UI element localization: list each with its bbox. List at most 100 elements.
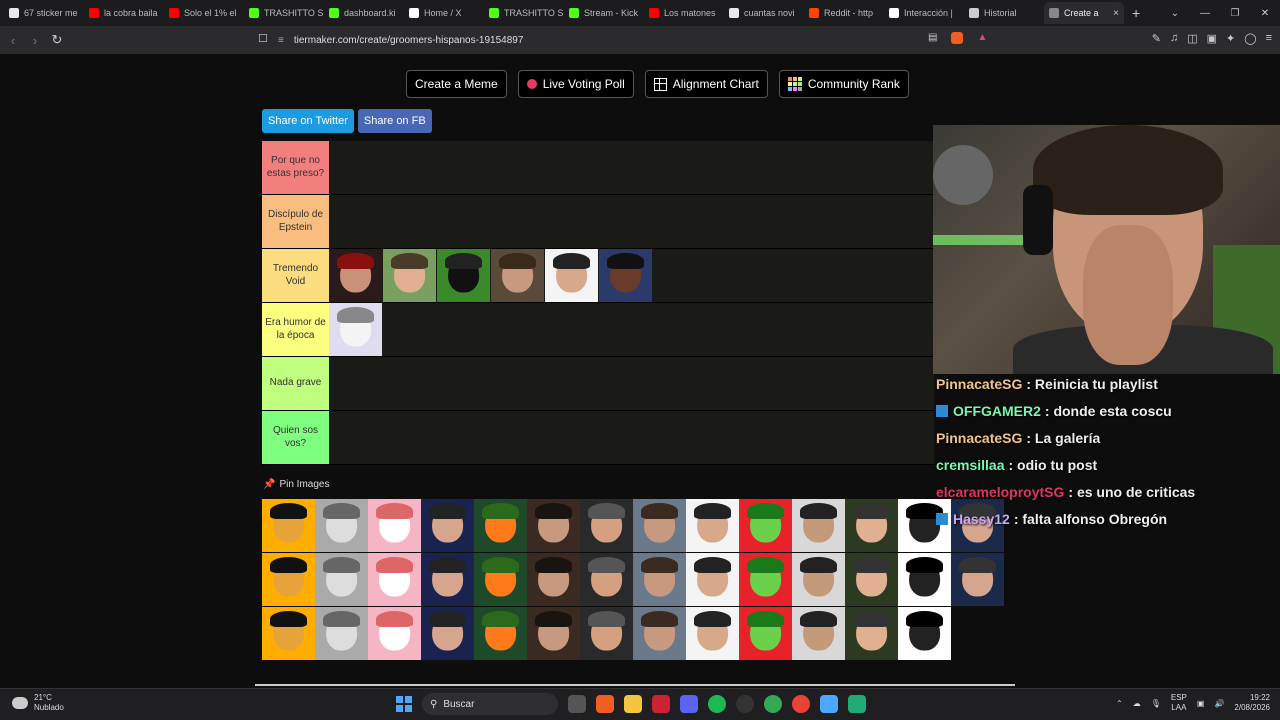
browser-tab[interactable]: Interacción | — [884, 2, 964, 24]
browser-tab[interactable]: Reddit - http — [804, 2, 884, 24]
tier-label[interactable]: Por que no estas preso? — [262, 141, 329, 194]
close-window-icon[interactable]: ✕ — [1250, 8, 1280, 19]
forward-icon[interactable]: › — [24, 33, 46, 48]
tier-label[interactable]: Discípulo de Epstein — [262, 195, 329, 248]
brave-rewards-icon[interactable]: ▲ — [977, 32, 987, 44]
browser-tab[interactable]: la cobra baila — [84, 2, 164, 24]
brave-app-icon[interactable] — [596, 695, 614, 713]
sidebar-icon[interactable]: ◫ — [1187, 32, 1197, 45]
browser-tab[interactable]: Stream - Kick — [564, 2, 644, 24]
pool-image[interactable] — [315, 553, 368, 606]
taskbar-search[interactable]: ⚲ Buscar — [422, 693, 558, 715]
pool-image[interactable] — [527, 553, 580, 606]
pool-image[interactable] — [474, 607, 527, 660]
browser-tab[interactable]: TRASHITTO S — [484, 2, 564, 24]
obs-icon[interactable] — [736, 695, 754, 713]
tier-image[interactable] — [329, 249, 382, 302]
pool-image[interactable] — [421, 553, 474, 606]
bookmark-icon[interactable]: ☐ — [258, 32, 268, 45]
browser-tab[interactable]: Historial — [964, 2, 1044, 24]
pool-image[interactable] — [686, 607, 739, 660]
pin-images-toggle[interactable]: 📌 Pin Images — [263, 479, 329, 490]
network-icon[interactable]: ▣ — [1197, 699, 1205, 708]
share-twitter-button[interactable]: Share on Twitter — [262, 109, 354, 133]
leo-icon[interactable]: ✦ — [1226, 32, 1235, 45]
tier-items[interactable] — [329, 249, 653, 302]
maximize-icon[interactable]: ❐ — [1220, 8, 1250, 19]
pool-image[interactable] — [315, 499, 368, 552]
language-indicator[interactable]: ESP LAA — [1171, 693, 1187, 714]
browser-tab[interactable]: Home / X — [404, 2, 484, 24]
mic-icon[interactable]: 🎙 — [1151, 699, 1161, 708]
pool-image[interactable] — [580, 553, 633, 606]
close-tab-icon[interactable]: × — [1113, 8, 1119, 19]
community-rank-button[interactable]: Community Rank — [778, 70, 909, 98]
pool-image[interactable] — [898, 607, 951, 660]
file-explorer-icon[interactable] — [624, 695, 642, 713]
pool-image[interactable] — [633, 553, 686, 606]
pool-image[interactable] — [368, 607, 421, 660]
pool-image[interactable] — [792, 499, 845, 552]
new-tab-button[interactable]: + — [1132, 5, 1140, 21]
pool-image[interactable] — [580, 499, 633, 552]
weather-widget[interactable]: 21°C Nublado — [12, 693, 64, 714]
back-icon[interactable]: ‹ — [2, 33, 24, 48]
chrome-profile-icon[interactable] — [792, 695, 810, 713]
snipping-tool-icon[interactable] — [652, 695, 670, 713]
pool-image[interactable] — [421, 607, 474, 660]
task-view-icon[interactable] — [568, 695, 586, 713]
extensions-icon[interactable]: ✎ — [1152, 32, 1161, 45]
clock[interactable]: 19:22 2/08/2026 — [1234, 693, 1270, 714]
tier-image[interactable] — [437, 249, 490, 302]
pool-image[interactable] — [315, 607, 368, 660]
brave-shield-icon[interactable] — [951, 32, 964, 44]
pool-image[interactable] — [792, 553, 845, 606]
share-fb-button[interactable]: Share on FB — [357, 109, 432, 133]
pool-image[interactable] — [845, 553, 898, 606]
pool-image[interactable] — [262, 499, 315, 552]
onedrive-icon[interactable]: ☁ — [1133, 699, 1141, 708]
wallet-icon[interactable]: ▣ — [1207, 32, 1217, 45]
tray-chevron-icon[interactable]: ⌃ — [1116, 699, 1123, 708]
browser-tab[interactable]: TRASHITTO S — [244, 2, 324, 24]
pool-image[interactable] — [739, 553, 792, 606]
pool-image[interactable] — [474, 553, 527, 606]
tier-image[interactable] — [545, 249, 598, 302]
pool-image[interactable] — [739, 607, 792, 660]
tier-items[interactable] — [329, 303, 383, 356]
pool-image[interactable] — [527, 499, 580, 552]
tier-image[interactable] — [329, 303, 382, 356]
vpn-icon[interactable]: ◯ — [1244, 32, 1256, 45]
pool-image[interactable] — [262, 553, 315, 606]
kick-app-icon[interactable] — [848, 695, 866, 713]
translate-icon[interactable]: ▤ — [928, 32, 937, 44]
discord-icon[interactable] — [680, 695, 698, 713]
spotify-icon[interactable] — [708, 695, 726, 713]
pool-image[interactable] — [845, 499, 898, 552]
media-icon[interactable]: ♫ — [1170, 32, 1178, 45]
tab-list-icon[interactable]: ⌄ — [1160, 8, 1190, 19]
volume-icon[interactable]: 🔊 — [1214, 699, 1224, 708]
pool-image[interactable] — [527, 607, 580, 660]
pool-image[interactable] — [368, 553, 421, 606]
pool-image[interactable] — [951, 553, 1004, 606]
reload-icon[interactable]: ↻ — [46, 32, 68, 48]
browser-tab[interactable]: cuantas novi — [724, 2, 804, 24]
browser-tab[interactable]: 67 sticker me — [4, 2, 84, 24]
pool-image[interactable] — [421, 499, 474, 552]
tier-label[interactable]: Era humor de la época — [262, 303, 329, 356]
browser-tab[interactable]: dashboard.ki — [324, 2, 404, 24]
tier-image[interactable] — [383, 249, 436, 302]
pool-image[interactable] — [633, 499, 686, 552]
tier-image[interactable] — [599, 249, 652, 302]
browser-tab[interactable]: Los matones — [644, 2, 724, 24]
alignment-chart-button[interactable]: Alignment Chart — [644, 70, 768, 98]
pool-image[interactable] — [580, 607, 633, 660]
menu-icon[interactable]: ≡ — [1266, 32, 1272, 45]
tier-label[interactable]: Nada grave — [262, 357, 329, 410]
pool-image[interactable] — [898, 553, 951, 606]
pool-image[interactable] — [792, 607, 845, 660]
pool-image[interactable] — [368, 499, 421, 552]
windows-start-icon[interactable] — [396, 696, 412, 712]
live-voting-poll-button[interactable]: Live Voting Poll — [517, 70, 634, 98]
